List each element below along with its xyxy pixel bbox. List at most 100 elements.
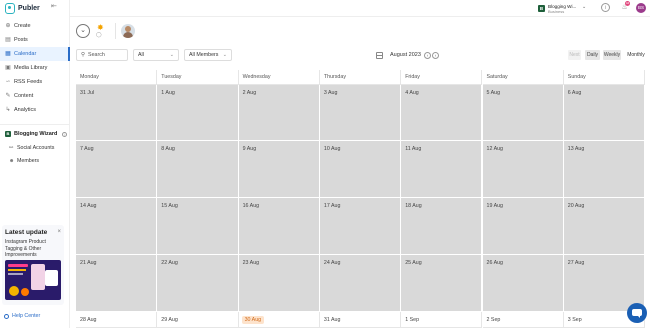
- accounts-icon: ⚯: [9, 144, 14, 151]
- sidebar-item-create[interactable]: ⊕ Create: [0, 19, 70, 33]
- view-next-button[interactable]: Next: [568, 50, 581, 60]
- calendar-day-cell[interactable]: 9 Aug: [238, 141, 320, 198]
- calendar-day-cell[interactable]: 19 Aug: [482, 198, 564, 255]
- calendar-day-cell[interactable]: 18 Aug: [401, 198, 483, 255]
- help-center-link[interactable]: Help Center: [4, 313, 40, 319]
- view-monthly-button[interactable]: Monthly: [625, 50, 647, 60]
- brand-name: Publer: [18, 4, 40, 12]
- network-select[interactable]: All ⌄: [133, 49, 179, 61]
- info-icon[interactable]: i: [601, 3, 610, 12]
- calendar-date-label: 13 Aug: [567, 146, 585, 152]
- info-icon[interactable]: i: [62, 131, 68, 137]
- calendar-day-cell[interactable]: 23 Aug: [238, 255, 320, 312]
- day-header-friday: Friday: [401, 70, 483, 85]
- calendar-date-label: 31 Aug: [323, 317, 341, 323]
- search-input[interactable]: [88, 52, 125, 58]
- calendar-date-label: 4 Aug: [405, 90, 419, 96]
- search-box[interactable]: ⚲: [76, 49, 128, 61]
- calendar-date-label: 28 Aug: [80, 317, 97, 323]
- calendar-day-cell[interactable]: 8 Aug: [157, 141, 239, 198]
- calendar-day-cell[interactable]: 14 Aug: [76, 198, 158, 255]
- sidebar-item-calendar[interactable]: ▦ Calendar: [0, 47, 70, 61]
- calendar-day-cell[interactable]: 10 Aug: [319, 141, 402, 198]
- sidebar-item-social-accounts[interactable]: ⚯ Social Accounts: [0, 141, 70, 154]
- view-daily-button[interactable]: Daily: [585, 50, 600, 60]
- calendar-date-label: 15 Aug: [161, 203, 178, 209]
- close-icon[interactable]: ×: [57, 229, 61, 235]
- calendar-date-label: 14 Aug: [80, 203, 97, 209]
- sidebar-item-media-library[interactable]: ▣ Media Library: [0, 61, 70, 75]
- calendar-day-cell[interactable]: 1 Aug: [157, 85, 239, 141]
- calendar-day-cell[interactable]: 15 Aug: [157, 198, 239, 255]
- sidebar-item-label: Calendar: [14, 51, 37, 57]
- calendar-day-cell[interactable]: 26 Aug: [482, 255, 564, 312]
- sidebar-item-label: Analytics: [14, 107, 37, 113]
- calendar-date-label: 8 Aug: [161, 146, 175, 152]
- sidebar-item-content[interactable]: ✎ Content: [0, 89, 70, 103]
- sidebar-item-label: Posts: [14, 37, 28, 43]
- divider: [115, 23, 116, 39]
- calendar-date-label: 25 Aug: [405, 260, 422, 266]
- calendar-day-cell[interactable]: 7 Aug: [76, 141, 158, 198]
- calendar-day-cell[interactable]: 5 Aug: [482, 85, 564, 141]
- next-month-icon[interactable]: ›: [432, 52, 439, 59]
- workspace-badge: B: [5, 131, 11, 137]
- sidebar-item-rss-feeds[interactable]: ∽ RSS Feeds: [0, 75, 70, 89]
- calendar-date-label: 20 Aug: [567, 203, 585, 209]
- sidebar-item-members[interactable]: ☻ Members: [0, 154, 70, 167]
- user-avatar[interactable]: BS: [636, 3, 646, 13]
- calendar-day-cell[interactable]: 20 Aug: [563, 198, 646, 255]
- help-icon: [4, 313, 9, 319]
- members-select-value: All Members: [189, 52, 219, 58]
- calendar-day-cell[interactable]: 1 Sep: [401, 312, 483, 328]
- view-weekly-button[interactable]: Weekly: [603, 50, 621, 60]
- update-card-image[interactable]: [5, 260, 61, 300]
- calendar-day-cell[interactable]: 30 Aug: [238, 312, 320, 328]
- publer-logo[interactable]: Publer: [5, 2, 40, 14]
- calendar-day-cell[interactable]: 11 Aug: [401, 141, 483, 198]
- date-picker-icon[interactable]: [376, 52, 383, 59]
- sidebar-item-label: Social Accounts: [17, 144, 55, 151]
- status-filter-chevron-icon[interactable]: ⌄: [76, 24, 90, 38]
- members-select[interactable]: All Members ⌄: [184, 49, 232, 61]
- calendar-day-cell[interactable]: 2 Sep: [482, 312, 564, 328]
- workspace-header[interactable]: B Blogging Wizard i: [0, 127, 70, 141]
- sidebar-item-posts[interactable]: ▤ Posts: [0, 33, 70, 47]
- sidebar-nav: ⊕ Create ▤ Posts ▦ Calendar ▣ Media Libr…: [0, 19, 70, 117]
- collapse-sidebar-icon[interactable]: ⇤: [51, 3, 59, 10]
- profile-avatar[interactable]: [121, 24, 135, 38]
- chat-support-button[interactable]: [627, 303, 647, 323]
- calendar-day-cell[interactable]: 31 Jul: [76, 85, 158, 141]
- calendar-date-label: 31 Jul: [80, 90, 95, 96]
- calendar-day-cell[interactable]: 24 Aug: [319, 255, 402, 312]
- calendar-day-cell[interactable]: 22 Aug: [157, 255, 239, 312]
- calendar-day-cell[interactable]: 4 Aug: [401, 85, 483, 141]
- calendar-day-cell[interactable]: 28 Aug: [76, 312, 158, 328]
- calendar-day-cell[interactable]: 3 Aug: [319, 85, 402, 141]
- sidebar-item-label: Members: [17, 157, 40, 164]
- calendar-day-cell[interactable]: 13 Aug: [563, 141, 646, 198]
- day-header-thursday: Thursday: [319, 70, 402, 85]
- calendar-day-cell[interactable]: 2 Aug: [238, 85, 320, 141]
- calendar-day-cell[interactable]: 31 Aug: [319, 312, 402, 328]
- calendar-day-cell[interactable]: 17 Aug: [319, 198, 402, 255]
- calendar-day-cell[interactable]: 16 Aug: [238, 198, 320, 255]
- calendar-day-cell[interactable]: 21 Aug: [76, 255, 158, 312]
- chevron-down-icon[interactable]: ⌄: [582, 4, 586, 10]
- posts-icon: ▤: [5, 37, 11, 43]
- calendar-day-cell[interactable]: 6 Aug: [563, 85, 646, 141]
- calendar-day-cell[interactable]: 25 Aug: [401, 255, 483, 312]
- calendar-day-cell[interactable]: 12 Aug: [482, 141, 564, 198]
- sidebar-item-analytics[interactable]: ↳ Analytics: [0, 103, 70, 117]
- calendar-date-label: 10 Aug: [323, 146, 341, 152]
- calendar-date-label: 21 Aug: [80, 260, 97, 266]
- sidebar-item-label: Media Library: [14, 65, 48, 71]
- plus-icon: ⊕: [5, 23, 11, 29]
- latest-update-card[interactable]: Latest update × Instagram Product Taggin…: [2, 225, 64, 305]
- day-header-monday: Monday: [76, 70, 158, 85]
- calendar-date-label: 3 Aug: [323, 90, 338, 96]
- calendar-day-cell[interactable]: 29 Aug: [157, 312, 239, 328]
- account-name: Blogging Wi...: [548, 3, 577, 9]
- previous-month-icon[interactable]: ‹: [424, 52, 431, 59]
- calendar-date-label: 2 Sep: [486, 317, 501, 323]
